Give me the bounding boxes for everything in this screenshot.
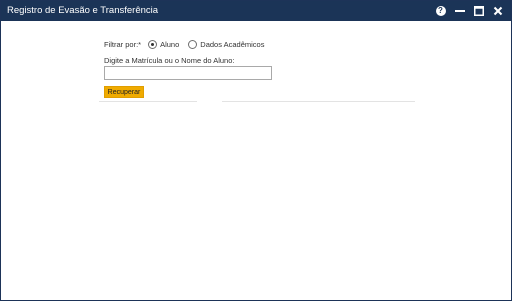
radio-aluno-label: Aluno — [160, 40, 180, 49]
form-area: Filtrar por:* Aluno Dados Acadêmicos Dig… — [1, 21, 511, 300]
window-title: Registro de Evasão e Transferência — [7, 5, 159, 16]
radio-dados-academicos-indicator[interactable] — [188, 40, 198, 49]
divider — [99, 101, 197, 102]
window-controls: ? — [435, 4, 503, 18]
search-input[interactable] — [104, 66, 272, 80]
close-icon — [493, 6, 502, 16]
maximize-icon — [473, 6, 484, 16]
help-icon: ? — [435, 6, 446, 16]
search-label: Digite a Matrícula ou o Nome do Aluno: — [104, 56, 235, 65]
recuperar-button[interactable]: Recuperar — [104, 86, 144, 98]
minimize-icon — [454, 10, 465, 12]
app-window: Registro de Evasão e Transferência ? Fil… — [0, 0, 512, 301]
radio-dados-academicos-label: Dados Acadêmicos — [200, 40, 265, 49]
radio-dados-academicos[interactable]: Dados Acadêmicos — [188, 40, 264, 49]
close-button[interactable] — [492, 6, 503, 17]
radio-aluno[interactable]: Aluno — [148, 40, 179, 49]
maximize-button[interactable] — [473, 6, 484, 17]
divider — [222, 101, 415, 102]
minimize-button[interactable] — [454, 6, 465, 17]
filter-label: Filtrar por:* — [104, 40, 142, 49]
radio-aluno-indicator[interactable] — [148, 40, 158, 49]
title-bar[interactable]: Registro de Evasão e Transferência ? — [1, 1, 511, 21]
help-button[interactable]: ? — [435, 6, 446, 17]
filter-row: Filtrar por:* Aluno Dados Acadêmicos — [104, 40, 273, 49]
